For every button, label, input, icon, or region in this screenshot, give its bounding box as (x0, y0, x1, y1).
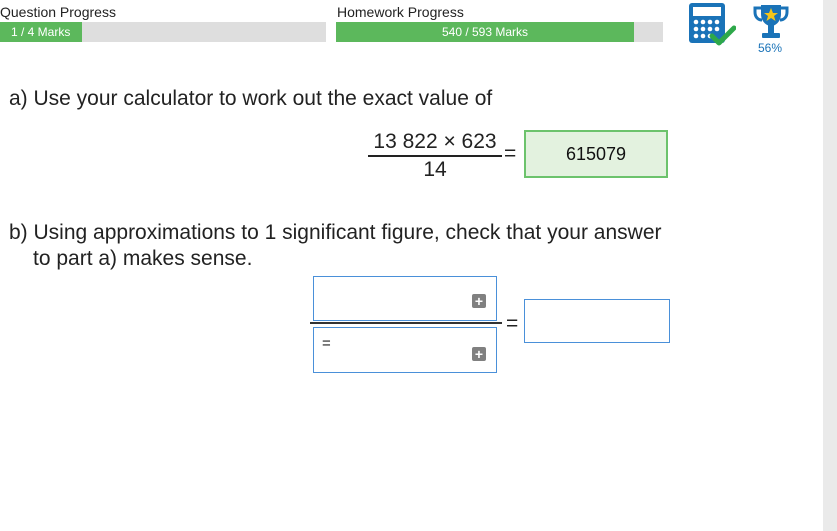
numerator-expand-plus-icon[interactable]: + (472, 294, 486, 308)
part-b-numerator-input[interactable]: + (313, 276, 497, 321)
denominator-expand-plus-icon[interactable]: + (472, 347, 486, 361)
denominator-equals-text: = (322, 335, 331, 352)
part-b-prompt-line1: b) Using approximations to 1 significant… (9, 221, 662, 244)
part-b-denominator-input[interactable]: = + (313, 327, 497, 373)
part-b-equals: = (506, 312, 519, 335)
homework-progress-bar: 540 / 593 Marks (336, 22, 663, 42)
part-a-numerator: 13 822 × 623 (373, 130, 497, 153)
part-a-fraction: 13 822 × 623 14 (368, 130, 502, 181)
scrollbar-track[interactable] (823, 0, 837, 531)
trophy-icon[interactable] (752, 2, 790, 42)
part-a-answer-field[interactable]: 615079 (524, 130, 668, 178)
homework-progress-text: 540 / 593 Marks (441, 25, 529, 39)
part-a-answer-value: 615079 (565, 143, 627, 164)
part-b-prompt-line2: to part a) makes sense. (33, 247, 253, 270)
part-a-equals: = (504, 142, 517, 165)
question-progress-bar: 1 / 4 Marks (0, 22, 326, 42)
calculator-allowed-icon[interactable] (688, 2, 737, 48)
homework-progress-label: Homework Progress (337, 4, 464, 20)
part-a-fraction-bar (368, 155, 502, 157)
part-b-answer-input[interactable] (524, 299, 670, 343)
part-a-denominator: 14 (423, 158, 447, 181)
part-b-fraction-bar (310, 322, 502, 324)
trophy-percent: 56% (757, 41, 783, 55)
part-a-prompt: a) Use your calculator to work out the e… (9, 87, 493, 110)
question-progress-label: Question Progress (0, 4, 116, 20)
question-progress-text: 1 / 4 Marks (11, 25, 71, 39)
